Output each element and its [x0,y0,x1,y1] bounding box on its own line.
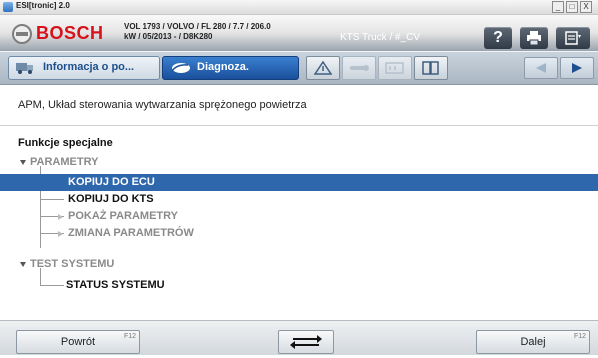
tree-label: KOPIUJ DO ECU [68,176,155,188]
tree-item-show-parameters[interactable]: POKAŻ PARAMETRY [0,208,598,225]
window-title: ESI[tronic] 2.0 [16,1,70,10]
printer-icon [527,31,541,46]
component-button[interactable] [306,56,340,80]
list-menu-icon [565,31,581,45]
component-icon [313,60,333,75]
book-icon [422,61,439,75]
tree-group-system-test[interactable]: TEST SYSTEMU [0,256,598,273]
tree-item-copy-to-kts[interactable]: KOPIUJ DO KTS [0,191,598,208]
tab-vehicle-information[interactable]: Informacja o po... [8,56,160,80]
tree-label: STATUS SYSTEMU [66,279,165,291]
swap-arrows-icon [290,335,322,349]
tab-label-diagnosis: Diagnoza. [197,61,249,73]
documents-button[interactable] [414,56,448,80]
window-controls: _ □ X [552,1,592,13]
next-key-hint: F12 [573,333,586,340]
arrow-right-icon [572,63,582,73]
tree-item-copy-to-ecu[interactable]: KOPIUJ DO ECU [0,174,598,191]
tab-diagnosis[interactable]: Diagnoza. [162,56,299,80]
brand-name: BOSCH [36,23,104,43]
collapsed-triangle-icon [58,214,63,220]
vehicle-line-1: VOL 1793 / VOLVO / FL 280 / 7.7 / 206.0 [124,22,271,31]
app-header: BOSCH VOL 1793 / VOLVO / FL 280 / 7.7 / … [0,15,598,51]
esitronic-window: ESI[tronic] 2.0 _ □ X BOSCH VOL 1793 / V… [0,0,598,355]
divider [0,125,598,126]
tab-label-information: Informacja o po... [43,61,135,73]
next-button-label: Dalej [520,336,546,348]
tree-item-system-status[interactable]: STATUS SYSTEMU [0,277,598,294]
switch-button[interactable] [278,330,334,354]
close-button[interactable]: X [580,1,592,13]
help-button[interactable]: ? [484,27,512,49]
tree-group-parameters[interactable]: PARAMETRY [0,154,598,171]
menu-button[interactable] [556,27,590,49]
vehicle-info: VOL 1793 / VOLVO / FL 280 / 7.7 / 206.0 … [124,22,271,42]
tools-button[interactable] [342,56,376,80]
tree-label: POKAŻ PARAMETRY [68,210,178,222]
main-toolbar: Informacja o po... Diagnoza. [0,52,598,85]
device-label: KTS Truck / #_CV [340,32,421,43]
minimize-button[interactable]: _ [552,1,564,13]
tree-label: KOPIUJ DO KTS [68,193,154,205]
next-button[interactable]: Dalej F12 [476,330,590,354]
battery-icon [385,62,404,74]
back-key-hint: F12 [123,333,136,340]
print-button[interactable] [520,27,548,49]
tree-label: TEST SYSTEMU [30,258,115,270]
vehicle-line-2: kW / 05/2013 - / D8K280 [124,32,213,41]
bosch-logo-icon [12,24,32,44]
bottom-bar: Powrót F12 Dalej F12 [0,320,598,355]
arrow-left-icon [536,63,546,73]
collapsed-triangle-icon [58,231,63,237]
section-heading: Funkcje specjalne [18,137,113,149]
forward-nav-button[interactable] [560,57,594,79]
stethoscope-icon [171,63,190,73]
tree-label: PARAMETRY [30,156,99,168]
app-icon [3,2,13,12]
maximize-button[interactable]: □ [566,1,578,13]
info-truck-icon [16,63,33,74]
back-button[interactable]: Powrót F12 [16,330,140,354]
expand-triangle-icon[interactable] [20,262,26,267]
content-panel: APM, Układ sterowania wytwarzania sprężo… [0,85,598,320]
tree-item-change-parameters[interactable]: ZMIANA PARAMETRÓW [0,225,598,242]
battery-button[interactable] [378,56,412,80]
wrench-icon [350,65,369,71]
expand-triangle-icon[interactable] [20,160,26,165]
title-bar: ESI[tronic] 2.0 _ □ X [0,0,598,15]
tree-label: ZMIANA PARAMETRÓW [68,227,194,239]
back-button-label: Powrót [60,336,96,348]
system-title: APM, Układ sterowania wytwarzania sprężo… [18,99,307,111]
back-nav-button[interactable] [524,57,558,79]
